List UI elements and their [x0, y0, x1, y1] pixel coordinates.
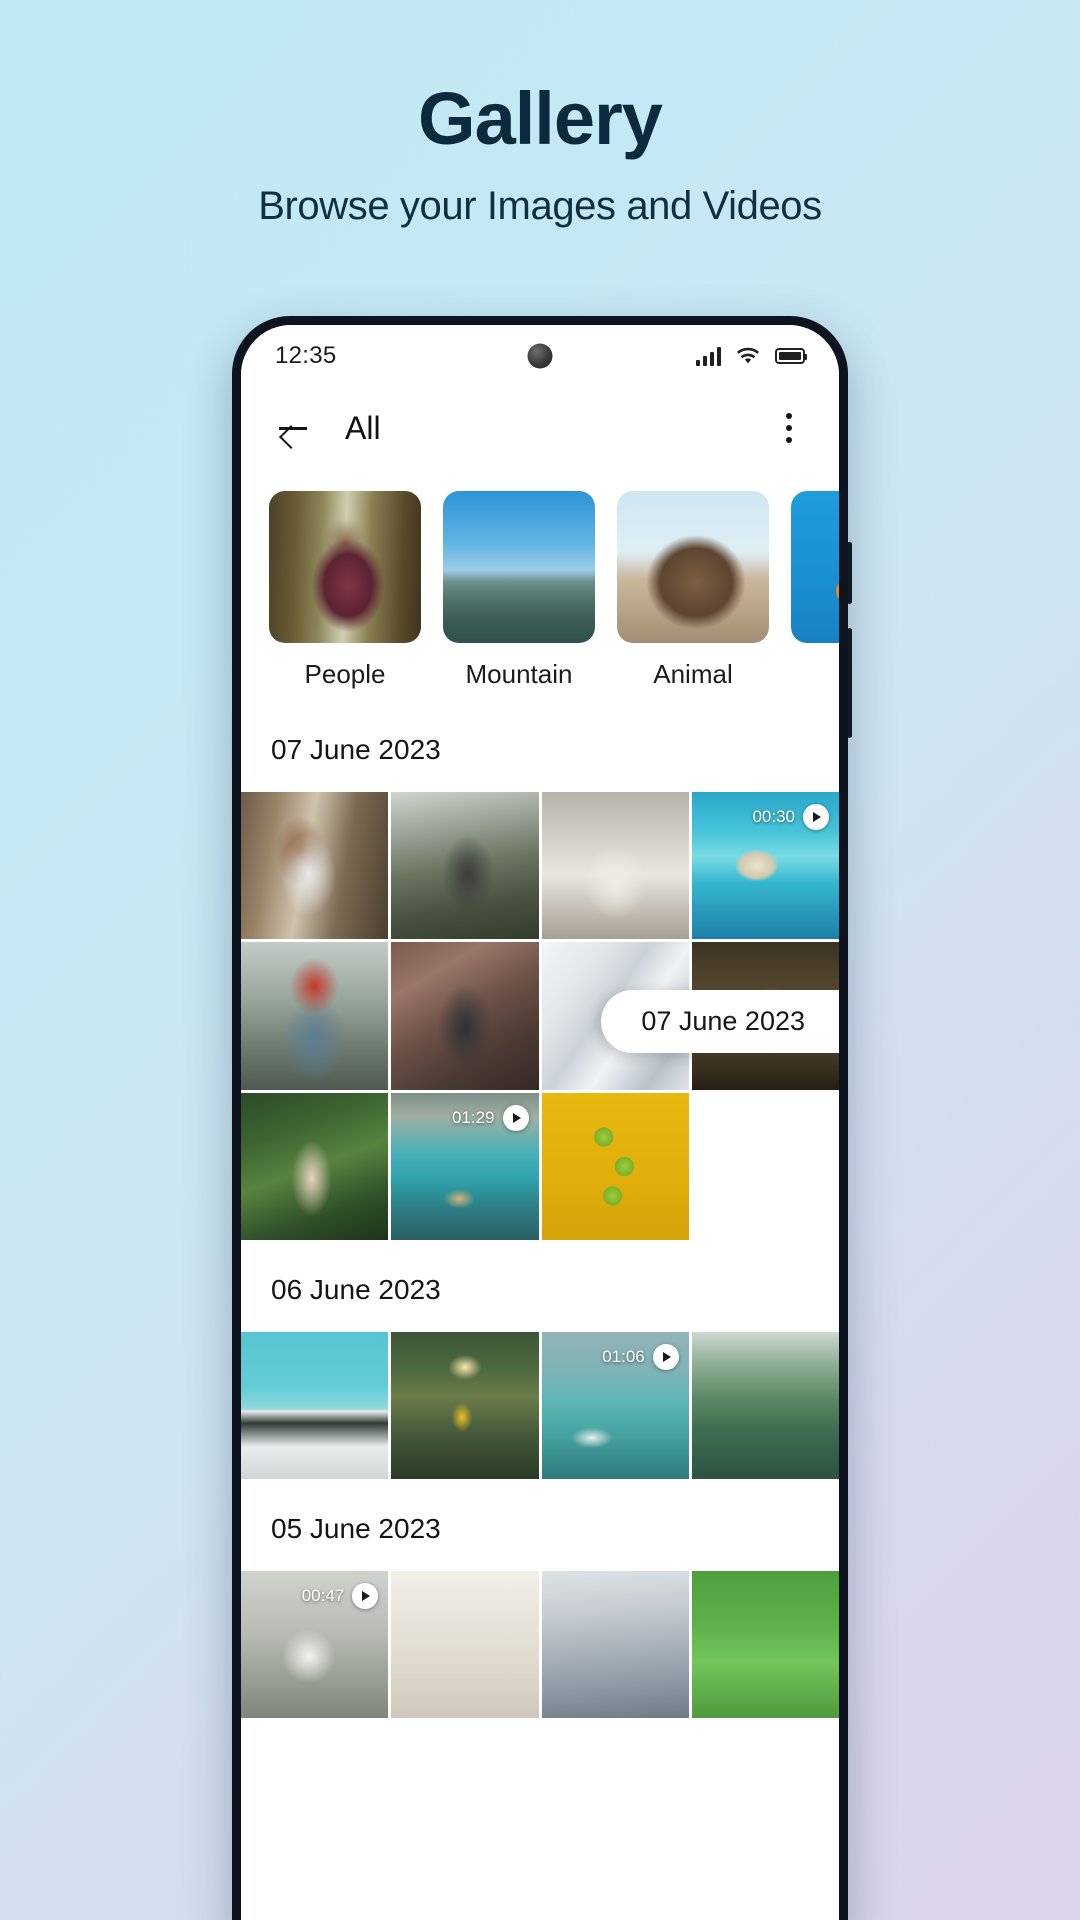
album-artwork: [443, 491, 595, 643]
video-thumbnail[interactable]: 01:06: [541, 1331, 689, 1479]
battery-icon: [775, 348, 807, 364]
page-title: Gallery: [418, 77, 663, 160]
video-duration-badge: 00:47: [302, 1583, 379, 1609]
video-duration-badge: 01:06: [602, 1343, 679, 1370]
photo-thumbnail[interactable]: [541, 1571, 689, 1719]
photo-thumbnail[interactable]: [241, 1331, 389, 1479]
album-label: People: [304, 659, 386, 689]
date-header: 07 June 2023: [241, 700, 839, 792]
app-bar: All: [241, 387, 839, 469]
play-icon[interactable]: [803, 804, 829, 830]
video-duration-label: 00:47: [301, 1586, 345, 1605]
media-artwork: [541, 1092, 689, 1240]
scroll-date-pill: 07 June 2023: [601, 990, 839, 1053]
media-artwork: [241, 1331, 389, 1479]
date-header-label: 06 June 2023: [271, 1273, 441, 1305]
play-icon[interactable]: [502, 1104, 529, 1131]
media-artwork: [391, 1571, 539, 1719]
camera-punch-hole: [527, 343, 553, 369]
back-arrow-icon[interactable]: [271, 405, 317, 451]
wifi-icon: [737, 347, 759, 363]
album-item[interactable]: Fruit: [791, 491, 839, 690]
album-label: Animal: [653, 659, 733, 689]
video-duration-label: 01:06: [602, 1346, 645, 1366]
album-thumbnail[interactable]: [791, 491, 839, 643]
photo-grid: 00:47: [241, 1571, 839, 1719]
phone-mockup: 12:35 All People Mountain Animal 07 June…: [232, 316, 852, 1920]
date-header: 06 June 2023: [241, 1239, 839, 1332]
album-thumbnail[interactable]: [617, 491, 769, 643]
album-artwork: [791, 491, 839, 643]
album-artwork: [617, 491, 769, 643]
photo-thumbnail[interactable]: [391, 792, 539, 940]
album-artwork: [269, 491, 421, 643]
grid-placeholder: [691, 1092, 839, 1240]
play-icon[interactable]: [652, 1343, 679, 1370]
photo-thumbnail[interactable]: [241, 1092, 389, 1240]
phone-frame: 12:35 All People Mountain Animal 07 June…: [232, 316, 848, 1920]
media-artwork: [241, 942, 389, 1090]
photo-thumbnail[interactable]: [241, 942, 389, 1090]
media-artwork: [391, 792, 539, 940]
status-icons: [695, 346, 807, 366]
media-artwork: [241, 792, 389, 940]
photo-thumbnail[interactable]: [541, 1092, 689, 1240]
photo-grid: 01:06: [241, 1331, 839, 1479]
video-duration-label: 01:29: [451, 1107, 495, 1127]
video-duration-badge: 01:29: [451, 1104, 529, 1131]
video-thumbnail[interactable]: 00:47: [241, 1571, 389, 1719]
photo-thumbnail[interactable]: [541, 792, 689, 940]
media-artwork: [691, 1331, 839, 1479]
status-time: 12:35: [275, 342, 337, 369]
photo-thumbnail[interactable]: [391, 942, 539, 1090]
album-item[interactable]: Mountain: [443, 491, 595, 690]
phone-screen: 12:35 All People Mountain Animal 07 June…: [241, 325, 839, 1920]
media-artwork: [391, 1331, 539, 1479]
photo-thumbnail[interactable]: [391, 1571, 539, 1719]
albums-strip[interactable]: PeopleMountainAnimalFruitA: [241, 469, 839, 700]
date-header-label: 05 June 2023: [271, 1513, 441, 1544]
video-thumbnail[interactable]: 01:29: [391, 1092, 539, 1240]
photo-thumbnail[interactable]: [241, 792, 389, 940]
album-thumbnail[interactable]: [269, 491, 421, 643]
promo-header: Gallery Browse your Images and Videos: [0, 0, 1080, 229]
photo-thumbnail[interactable]: [691, 1331, 839, 1479]
video-duration-badge: 00:30: [752, 804, 829, 830]
photo-thumbnail[interactable]: [691, 1571, 839, 1719]
media-artwork: [541, 1571, 689, 1719]
video-thumbnail[interactable]: 00:30: [691, 792, 839, 940]
media-artwork: [391, 942, 539, 1090]
album-label: Fruit: [791, 659, 839, 690]
album-item[interactable]: Animal: [617, 491, 769, 690]
media-artwork: [691, 1571, 839, 1719]
date-header: 05 June 2023: [241, 1479, 839, 1571]
album-thumbnail[interactable]: [443, 491, 595, 643]
media-sections: 07 June 2023 00:30 01:29 06 June 2023 01:06 0…: [241, 700, 839, 1719]
more-vertical-icon[interactable]: [769, 413, 809, 443]
status-bar: 12:35: [241, 325, 839, 387]
album-label: Mountain: [465, 659, 573, 689]
play-icon[interactable]: [352, 1583, 379, 1609]
media-artwork: [241, 1092, 389, 1240]
media-artwork: [541, 792, 689, 940]
page-subtitle: Browse your Images and Videos: [258, 184, 822, 228]
video-duration-label: 00:30: [752, 807, 795, 826]
album-item[interactable]: People: [269, 491, 421, 690]
signal-bars-icon: [695, 346, 721, 366]
photo-thumbnail[interactable]: [391, 1331, 539, 1479]
app-bar-title: All: [345, 409, 381, 446]
date-header-label: 07 June 2023: [271, 734, 441, 765]
